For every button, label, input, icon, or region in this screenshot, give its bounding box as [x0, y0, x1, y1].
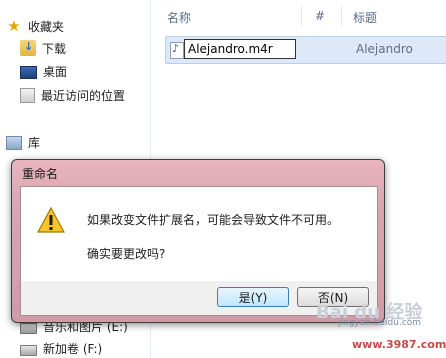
- nav-libraries-label: 库: [28, 135, 41, 150]
- nav-recent-label: 最近访问的位置: [41, 88, 126, 103]
- music-file-icon: [170, 42, 184, 59]
- nav-recent[interactable]: 最近访问的位置: [20, 85, 125, 105]
- column-header: 名称 # 标题: [151, 0, 446, 28]
- warning-icon: [37, 207, 65, 233]
- dialog-message: 如果改变文件扩展名，可能会导致文件不可用。: [87, 213, 340, 227]
- watermark: Bai du 经验 jingyan.baidu.com www.3987.com: [294, 298, 446, 356]
- column-number[interactable]: #: [315, 9, 325, 23]
- desktop-icon: [20, 65, 37, 79]
- file-row[interactable]: Alejandro.m4r Alejandro: [165, 36, 446, 64]
- nav-desktop[interactable]: 桌面: [20, 61, 67, 81]
- nav-desktop-label: 桌面: [43, 64, 68, 79]
- nav-favorites-label: 收藏夹: [28, 19, 65, 34]
- column-title[interactable]: 标题: [353, 9, 377, 26]
- library-icon: [6, 136, 22, 150]
- rename-input[interactable]: Alejandro.m4r: [184, 39, 296, 59]
- downloads-folder-icon: [20, 40, 36, 56]
- recent-places-icon: [20, 87, 35, 103]
- rename-input-value: Alejandro.m4r: [188, 42, 273, 56]
- dialog-title: 重命名: [22, 167, 59, 181]
- watermark-url: www.3987.com: [352, 338, 446, 351]
- nav-downloads-label: 下载: [42, 41, 67, 56]
- star-icon: ★: [7, 17, 21, 35]
- dialog-question: 确实要更改吗?: [87, 247, 166, 261]
- nav-downloads[interactable]: 下载: [20, 38, 66, 58]
- nav-libraries[interactable]: 库: [6, 132, 40, 152]
- drive-icon: [20, 344, 37, 356]
- watermark-site: jingyan.baidu.com: [338, 318, 422, 328]
- nav-favorites[interactable]: ★ 收藏夹: [6, 16, 64, 36]
- file-title: Alejandro: [356, 42, 413, 56]
- nav-drive-new-label: 新加卷 (F:): [43, 341, 103, 356]
- column-divider[interactable]: [341, 6, 342, 26]
- drive-icon: [20, 322, 37, 334]
- dialog-body: 如果改变文件扩展名，可能会导致文件不可用。 确实要更改吗?: [20, 186, 378, 282]
- column-divider[interactable]: [301, 6, 302, 26]
- yes-button[interactable]: 是(Y): [217, 287, 289, 307]
- nav-drive-new[interactable]: 新加卷 (F:): [20, 338, 102, 358]
- column-name[interactable]: 名称: [167, 9, 191, 26]
